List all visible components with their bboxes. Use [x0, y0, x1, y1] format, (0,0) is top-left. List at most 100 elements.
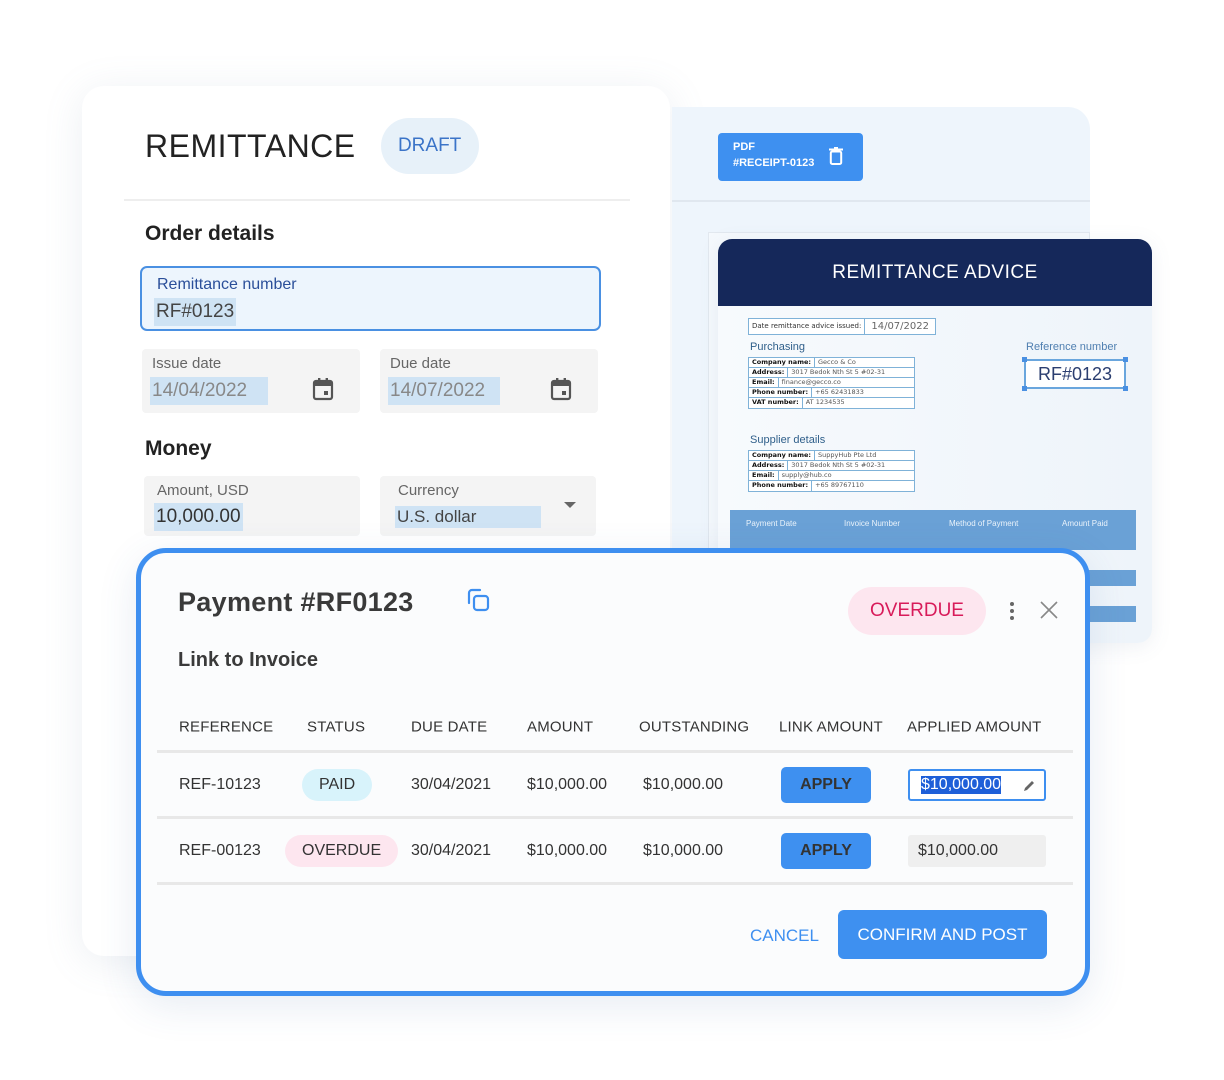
kv-value: +65 89767110	[815, 481, 864, 489]
calendar-icon[interactable]	[312, 377, 334, 401]
currency-value: U.S. dollar	[395, 506, 541, 528]
advice-title: REMITTANCE ADVICE	[718, 239, 1152, 306]
advice-col-amount-paid: Amount Paid	[1062, 519, 1108, 528]
kv-key: Company name:	[749, 358, 815, 367]
col-due-date: DUE DATE	[411, 718, 488, 735]
advice-col-payment-date: Payment Date	[746, 519, 797, 528]
due-date-field[interactable]: Due date 14/07/2022	[380, 349, 598, 413]
status-badge: PAID	[302, 768, 373, 801]
issue-date-label: Issue date	[152, 355, 222, 372]
resize-handle[interactable]	[1123, 357, 1128, 362]
advice-col-method: Method of Payment	[949, 519, 1019, 528]
applied-amount-input[interactable]: $10,000.00	[908, 834, 1046, 867]
page-title: REMITTANCE	[145, 127, 356, 164]
invoice-table: REFERENCE STATUS DUE DATE AMOUNT OUTSTAN…	[157, 703, 1073, 885]
calendar-icon[interactable]	[550, 377, 572, 401]
col-outstanding: OUTSTANDING	[639, 718, 750, 735]
cancel-button[interactable]: CANCEL	[750, 926, 819, 946]
chevron-down-icon[interactable]	[564, 502, 576, 508]
remittance-number-value: RF#0123	[154, 298, 237, 326]
title-row: REMITTANCE DRAFT	[145, 118, 479, 174]
kv-row: Phone number: +65 62431833	[749, 388, 914, 398]
table-header-row: REFERENCE STATUS DUE DATE AMOUNT OUTSTAN…	[157, 703, 1073, 753]
kv-row: Company name: SuppyHub Pte Ltd	[749, 451, 914, 461]
reference-number-label: Reference number	[1026, 341, 1118, 353]
issued-date-box: Date remittance advice issued: 14/07/202…	[748, 318, 936, 335]
kv-value: finance@gecco.co	[781, 378, 841, 386]
supplier-heading: Supplier details	[750, 434, 826, 446]
currency-label: Currency	[398, 482, 459, 499]
amount-cell: $10,000.00	[527, 775, 608, 793]
kv-row: VAT number: AT 1234535	[749, 398, 914, 408]
currency-select[interactable]: Currency U.S. dollar	[380, 476, 596, 536]
outstanding-cell: $10,000.00	[643, 775, 724, 793]
kv-key: Address:	[749, 461, 789, 470]
issued-label: Date remittance advice issued:	[749, 319, 866, 334]
purchasing-heading: Purchasing	[750, 341, 806, 353]
amount-label: Amount, USD	[157, 482, 249, 499]
kv-key: Phone number:	[749, 481, 813, 491]
kv-value: AT 1234535	[805, 398, 845, 406]
kv-key: VAT number:	[749, 398, 803, 408]
divider	[124, 199, 630, 201]
apply-button[interactable]: APPLY	[781, 832, 871, 869]
kv-key: Company name:	[749, 451, 815, 460]
pencil-icon[interactable]	[1023, 779, 1036, 792]
due-date-value: 14/07/2022	[388, 377, 500, 405]
kv-value: 3017 Bedok Nth St 5 #02-31	[791, 461, 886, 469]
applied-amount-value: $10,000.00	[918, 841, 999, 859]
due-date-label: Due date	[390, 355, 451, 372]
kv-row: Company name: Gecco & Co	[749, 358, 914, 368]
supplier-table: Company name: SuppyHub Pte Ltd Address: 30…	[748, 450, 915, 492]
reference-cell: REF-10123	[179, 775, 261, 793]
kv-value: supply@hub.co	[781, 471, 832, 479]
apply-button[interactable]: APPLY	[781, 766, 871, 803]
status-badge: OVERDUE	[848, 587, 986, 635]
due-date-cell: 30/04/2021	[411, 841, 492, 859]
kv-value: 3017 Bedok Nth St 5 #02-31	[791, 368, 886, 376]
modal-title: Payment #RF0123	[178, 587, 414, 617]
pdf-chip-type: PDF	[733, 141, 755, 153]
close-icon[interactable]	[1039, 600, 1059, 620]
kv-key: Email:	[749, 471, 779, 480]
table-row: REF-00123 OVERDUE 30/04/2021 $10,000.00 …	[157, 819, 1073, 885]
kv-value: +65 62431833	[815, 388, 864, 396]
advice-payment-table-header: Payment Date Invoice Number Method of Pa…	[730, 510, 1136, 550]
status-badge: DRAFT	[380, 118, 479, 174]
amount-value: 10,000.00	[154, 503, 243, 531]
link-to-invoice-heading: Link to Invoice	[178, 649, 319, 671]
kv-key: Email:	[749, 378, 779, 387]
kv-key: Phone number:	[749, 388, 813, 397]
reference-cell: REF-00123	[179, 841, 261, 859]
advice-col-invoice-number: Invoice Number	[844, 519, 901, 528]
payment-modal: Payment #RF0123 OVERDUE Link to Invoice …	[136, 548, 1090, 996]
remittance-number-label: Remittance number	[157, 276, 297, 293]
due-date-cell: 30/04/2021	[411, 775, 492, 793]
amount-field[interactable]: Amount, USD 10,000.00	[144, 476, 360, 536]
kv-value: SuppyHub Pte Ltd	[817, 451, 877, 459]
col-reference: REFERENCE	[179, 718, 274, 735]
money-heading: Money	[145, 437, 212, 460]
resize-handle[interactable]	[1022, 386, 1027, 391]
more-vertical-icon[interactable]	[1009, 601, 1015, 621]
remittance-number-field[interactable]: Remittance number RF#0123	[140, 266, 601, 331]
kv-row: Address: 3017 Bedok Nth St 5 #02-31	[749, 368, 914, 378]
trash-icon[interactable]	[829, 147, 843, 165]
reference-number-box[interactable]: RF#0123	[1022, 357, 1128, 391]
status-badge: OVERDUE	[285, 834, 399, 867]
resize-handle[interactable]	[1123, 386, 1128, 391]
copy-icon[interactable]	[465, 587, 493, 615]
applied-amount-value: $10,000.00	[921, 775, 1002, 794]
applied-amount-input[interactable]: $10,000.00	[908, 768, 1046, 801]
col-link-amount: LINK AMOUNT	[779, 718, 883, 735]
col-applied-amount: APPLIED AMOUNT	[907, 718, 1042, 735]
kv-row: Phone number: +65 89767110	[749, 481, 914, 491]
pdf-attachment-chip[interactable]: PDF #RECEIPT-0123	[718, 133, 863, 181]
confirm-and-post-button[interactable]: CONFIRM AND POST	[838, 910, 1047, 959]
issue-date-field[interactable]: Issue date 14/04/2022	[142, 349, 360, 413]
kv-row: Email: supply@hub.co	[749, 471, 914, 481]
divider	[672, 200, 1090, 202]
kv-row: Address: 3017 Bedok Nth St 5 #02-31	[749, 461, 914, 471]
resize-handle[interactable]	[1022, 357, 1027, 362]
pdf-chip-name: #RECEIPT-0123	[733, 157, 815, 169]
